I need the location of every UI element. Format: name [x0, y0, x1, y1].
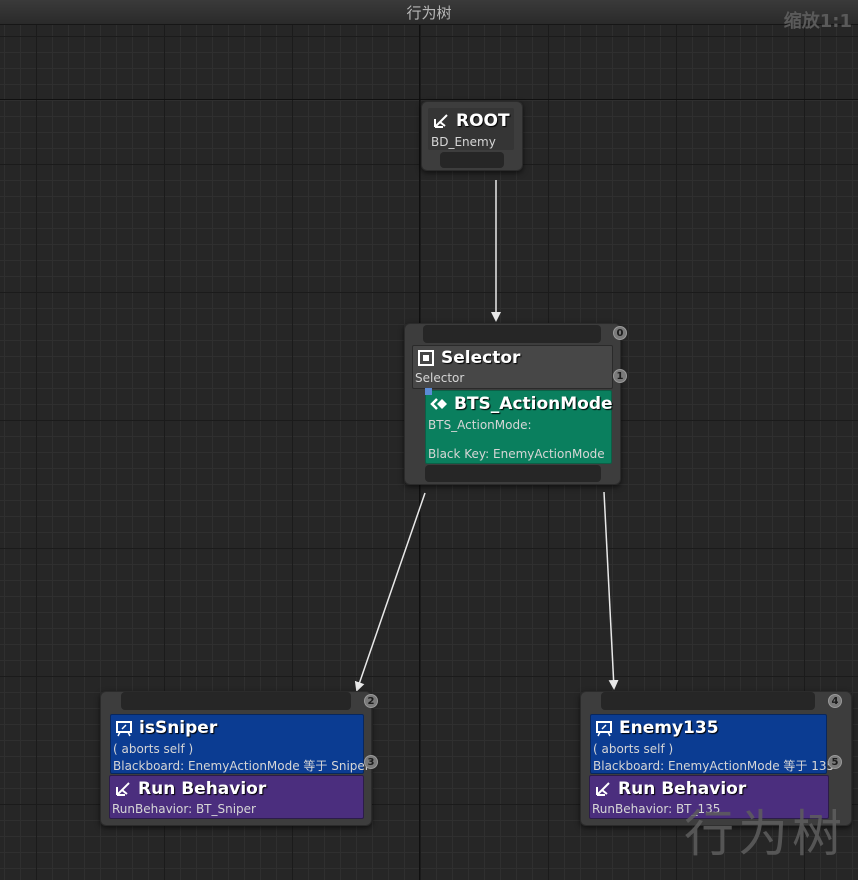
- issniper-task-title: Run Behavior: [138, 779, 267, 799]
- selector-icon: [418, 350, 434, 366]
- issniper-order-badge: 2: [364, 694, 378, 708]
- issniper-aborts: ( aborts self ): [113, 742, 194, 756]
- service-bts-actionmode[interactable]: BTS_ActionMode BTS_ActionMode: Black Key…: [425, 390, 613, 464]
- behavior-tree-icon: [434, 114, 448, 128]
- root-node[interactable]: ROOT BD_Enemy: [421, 101, 523, 171]
- selector-index-badge: 1: [613, 369, 627, 383]
- enemy135-input-pin[interactable]: [601, 692, 815, 710]
- wire-selector-to-left: [354, 492, 426, 692]
- issniper-index-badge: 3: [364, 755, 378, 769]
- root-output-pin[interactable]: [440, 152, 504, 168]
- enemy135-index-badge: 5: [828, 755, 842, 769]
- decorator-issniper[interactable]: isSniper ( aborts self ) Blackboard: Ene…: [110, 714, 370, 774]
- issniper-title: isSniper: [139, 718, 218, 738]
- wire-selector-to-right: [603, 491, 619, 690]
- root-subtitle: BD_Enemy: [431, 135, 496, 149]
- enemy135-aborts: ( aborts self ): [593, 742, 674, 756]
- issniper-condition: Blackboard: EnemyActionMode 等于 Sniper: [113, 759, 370, 773]
- service-line1: BTS_ActionMode:: [428, 418, 532, 432]
- selector-input-pin[interactable]: [423, 325, 601, 343]
- enemy135-order-badge: 4: [828, 694, 842, 708]
- service-title: BTS_ActionMode: [454, 394, 613, 414]
- task-run-behavior-sniper[interactable]: Run Behavior RunBehavior: BT_Sniper: [109, 775, 364, 819]
- root-title: ROOT: [456, 111, 510, 131]
- selector-title: Selector: [441, 348, 521, 368]
- selector-subtitle: Selector: [415, 371, 465, 385]
- issniper-input-pin[interactable]: [121, 692, 351, 710]
- run-behavior-icon: [116, 782, 130, 796]
- decorator-enemy135[interactable]: Enemy135 ( aborts self ) Blackboard: Ene…: [590, 714, 834, 774]
- enemy135-title: Enemy135: [619, 718, 719, 738]
- service-marker-icon: [425, 388, 432, 395]
- service-icon: [430, 398, 447, 410]
- issniper-task-asset: RunBehavior: BT_Sniper: [112, 802, 256, 816]
- selector-output-pin[interactable]: [425, 465, 601, 482]
- selector-node[interactable]: Selector Selector BTS_ActionMode BTS_Act…: [404, 323, 621, 485]
- decorator-icon: [596, 721, 612, 737]
- service-line2: Black Key: EnemyActionMode: [428, 447, 605, 461]
- graph-watermark: 行为树: [684, 805, 846, 863]
- selector-order-badge: 0: [613, 326, 627, 340]
- issniper-node[interactable]: isSniper ( aborts self ) Blackboard: Ene…: [100, 691, 372, 826]
- decorator-icon: [116, 721, 132, 737]
- run-behavior-icon: [596, 782, 610, 796]
- enemy135-condition: Blackboard: EnemyActionMode 等于 135: [593, 759, 835, 773]
